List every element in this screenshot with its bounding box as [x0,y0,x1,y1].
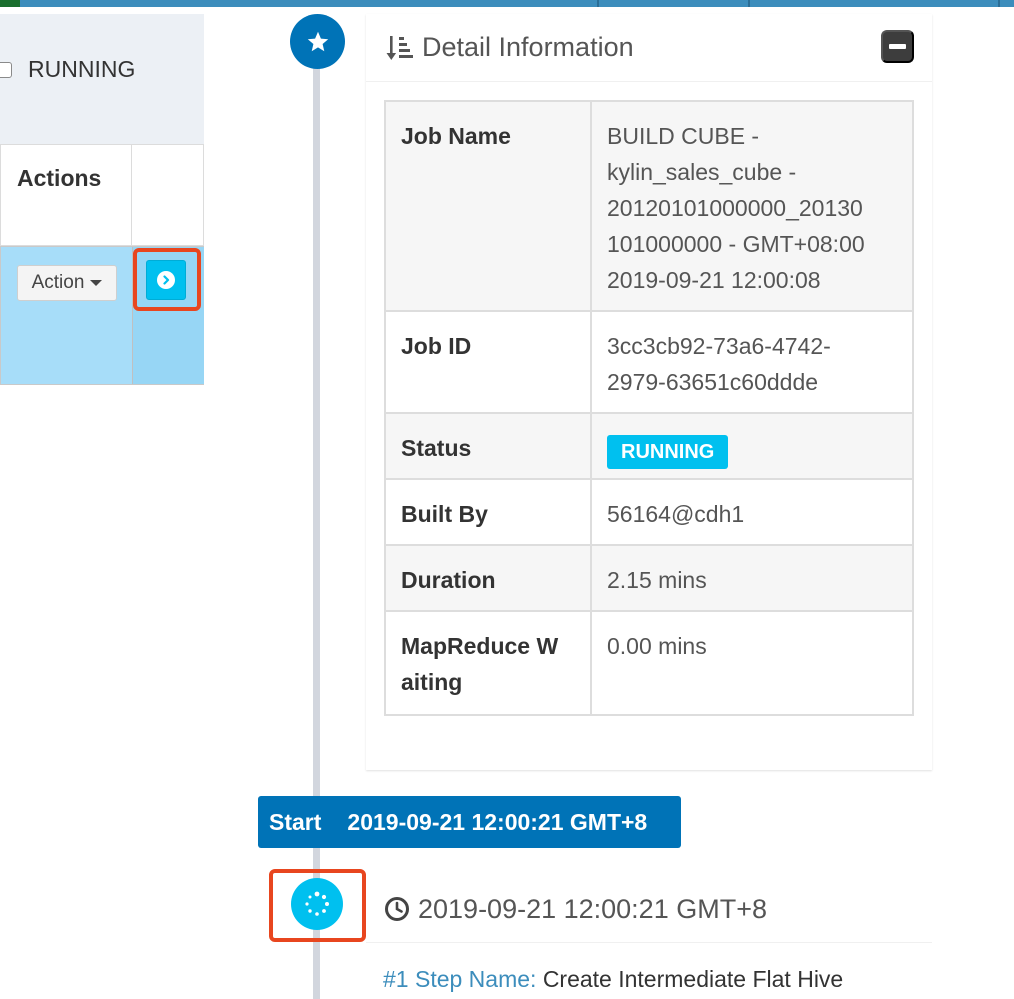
built-by-value: 56164@cdh1 [590,478,914,546]
status-key: Status [384,412,592,480]
highlight-open-detail [133,248,201,311]
top-strip-segment [0,0,20,7]
job-timeline-node [290,14,345,69]
duration-key: Duration [384,544,592,612]
actions-column-header: Actions [17,165,102,191]
table-row: Job Name BUILD CUBE - kylin_sales_cube -… [384,100,914,312]
sort-amount-icon [386,36,413,60]
mapreduce-waiting-key: MapReduce W aiting [384,610,592,716]
running-filter-label: RUNNING [28,56,136,82]
value-line: kylin_sales_cube - [607,159,797,185]
table-row: Status RUNNING [384,412,914,480]
start-time-badge: Start 2019-09-21 12:00:21 GMT+8 [258,796,681,848]
status-badge: RUNNING [607,435,729,469]
timeline-line [313,40,320,999]
detail-information-panel: Detail Information Job Name BUILD CUBE -… [366,14,932,770]
star-icon [307,31,328,51]
key-line: aiting [401,669,463,695]
value-line: 2019-09-21 12:00:08 [607,267,821,293]
key-line: MapReduce W [401,633,559,659]
job-detail-table: Job Name BUILD CUBE - kylin_sales_cube -… [384,100,914,716]
status-value: RUNNING [590,412,914,480]
job-id-key: Job ID [384,310,592,414]
panel-header: Detail Information [366,14,932,82]
clock-icon [385,897,409,921]
value-line: 101000000 - GMT+08:00 [607,231,865,257]
start-time: 2019-09-21 12:00:21 GMT+8 [347,808,648,835]
collapse-panel-button[interactable] [881,30,914,63]
job-id-value: 3cc3cb92-73a6-4742- 2979-63651c60ddde [590,310,914,414]
table-row: Built By 56164@cdh1 [384,478,914,546]
minus-square-icon [889,44,906,49]
duration-value: 2.15 mins [590,544,914,612]
step-name-value: Create Intermediate Flat Hive [542,966,844,992]
job-name-value: BUILD CUBE - kylin_sales_cube - 20120101… [590,100,914,312]
status-filter-area: RUNNING [0,14,204,144]
start-label: Start [269,808,322,835]
jobs-table-header: Actions [0,144,204,246]
caret-down-icon [90,280,103,286]
top-strip-divider [748,0,750,7]
column-divider [131,145,132,245]
built-by-key: Built By [384,478,592,546]
table-row: Job ID 3cc3cb92-73a6-4742- 2979-63651c60… [384,310,914,414]
mapreduce-waiting-value: 0.00 mins [590,610,914,716]
value-line: 20120101000000_20130 [607,195,863,221]
step-name-key: #1 Step Name: [383,966,537,992]
value-line: 3cc3cb92-73a6-4742- [607,333,831,359]
action-button-label: Action [31,272,85,293]
top-strip-divider [597,0,599,7]
highlight-step-node [269,869,366,942]
table-row: MapReduce W aiting 0.00 mins [384,610,914,716]
top-table-header-strip [0,0,1014,7]
action-dropdown-button[interactable]: Action [17,265,117,301]
value-line: 2979-63651c60ddde [607,369,819,395]
step-time: 2019-09-21 12:00:21 GMT+8 [418,894,767,924]
value-line: BUILD CUBE - [607,123,760,149]
running-filter-checkbox[interactable] [0,62,12,78]
step-name-line: #1 Step Name: Create Intermediate Flat H… [383,966,843,993]
table-row: Duration 2.15 mins [384,544,914,612]
step-time-header: 2019-09-21 12:00:21 GMT+8 [366,875,932,943]
top-strip-divider [998,0,1000,7]
panel-title: Detail Information [422,32,634,62]
job-name-key: Job Name [384,100,592,312]
